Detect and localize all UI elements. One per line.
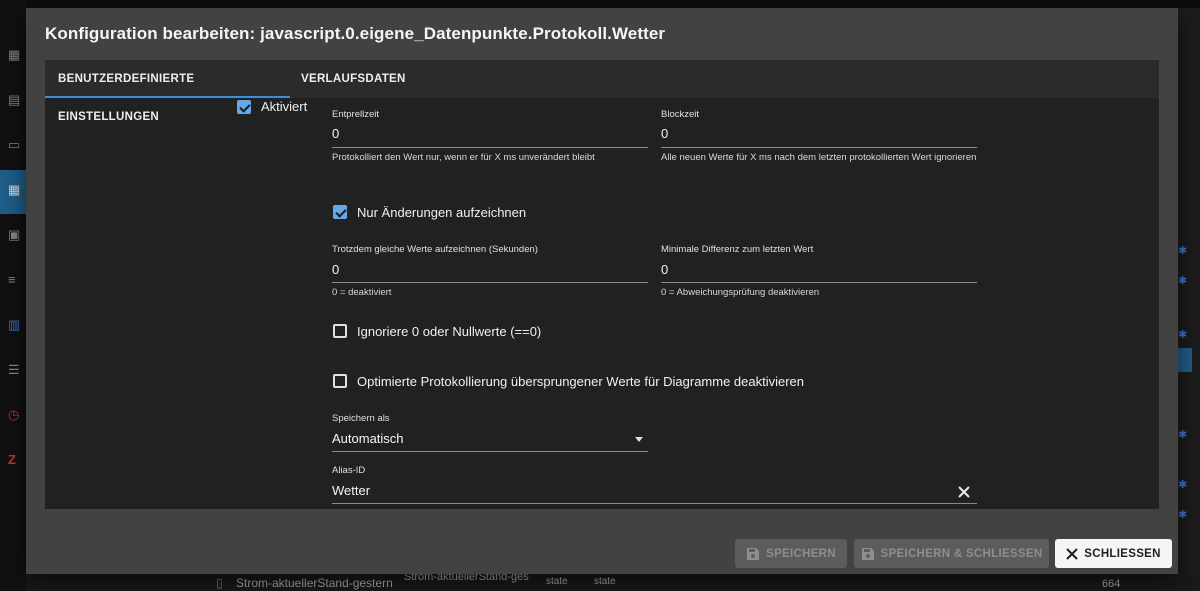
background-table-row[interactable]: ▯ Strom-aktuellerStand-gestern Strom-akt… [26,571,1200,591]
row-id: Strom-aktuellerStand-gestern [236,576,393,590]
config-icon[interactable]: ✱ [1178,478,1192,491]
app-sidebar: ▦ ▤ ▭ ▦ ▣ ≡ ▥ ☰ ◷ Z [0,0,26,591]
config-icon[interactable]: ✱ [1178,508,1192,521]
changes-only-label: Nur Änderungen aufzeichnen [357,205,527,220]
config-icon[interactable]: ✱ [1178,328,1192,341]
store-icon[interactable]: ▤ [8,93,22,107]
hosts-icon[interactable]: ☰ [8,363,22,377]
clear-icon[interactable] [957,485,971,499]
logs-icon[interactable]: ▥ [8,318,22,332]
history-icon[interactable]: ◷ [8,408,22,422]
min-diff-underline [661,282,977,283]
close-button[interactable]: SCHLIESSEN [1055,539,1172,568]
store-as-underline [332,451,648,452]
debounce-label: Entprellzeit [332,109,379,120]
min-diff-helper: 0 = Abweichungsprüfung deaktivieren [661,287,820,298]
blocktime-input[interactable]: 0 [661,126,977,144]
alias-input[interactable]: Wetter [332,483,932,501]
config-icon[interactable]: ✱ [1178,244,1192,257]
same-values-label: Trotzdem gleiche Werte aufzeichnen (Seku… [332,244,538,255]
same-values-input[interactable]: 0 [332,262,648,280]
disable-skipped-checkbox[interactable] [333,374,347,388]
config-dialog: Konfiguration bearbeiten: javascript.0.e… [26,8,1178,574]
save-button[interactable]: SPEICHERN [735,539,847,568]
enabled-label: Aktiviert [261,99,308,114]
tab-custom-settings[interactable]: BENUTZERDEFINIERTE EINSTELLUNGEN [45,60,290,123]
config-icon[interactable]: ✱ [1178,428,1192,441]
store-as-select[interactable]: Automatisch [332,431,648,449]
objects-icon[interactable]: ▦ [8,183,22,197]
states-icon[interactable]: ▣ [8,228,22,242]
enabled-checkbox[interactable] [237,100,251,114]
debounce-underline [332,147,648,148]
alias-label: Alias-ID [332,465,366,476]
min-diff-label: Minimale Differenz zum letzten Wert [661,244,814,255]
same-values-underline [332,282,648,283]
save-and-close-button[interactable]: SPEICHERN & SCHLIESSEN [854,539,1049,568]
ignore-zero-checkbox[interactable] [333,324,347,338]
dropdown-arrow-icon[interactable] [635,437,643,442]
tab-bar: BENUTZERDEFINIERTE EINSTELLUNGEN VERLAUF… [45,60,1159,123]
row-role: state [594,576,616,587]
config-icon[interactable]: ✱ [1178,274,1192,287]
selected-row-highlight [1176,348,1192,372]
save-button-label: SPEICHERN [766,547,836,560]
save-and-close-button-label: SPEICHERN & SCHLIESSEN [880,547,1043,560]
card-icon[interactable]: ▭ [8,138,22,152]
blocktime-helper: Alle neuen Werte für X ms nach dem letzt… [661,152,977,163]
row-type: state [546,576,568,587]
zigbee-icon[interactable]: Z [8,453,22,467]
disable-skipped-label: Optimierte Protokollierung übersprungene… [357,374,805,389]
app-object-list-edge: ✱ ✱ ✱ ✱ ✱ ✱ [1176,8,1200,591]
file-icon: ▯ [216,576,223,590]
dialog-content: BENUTZERDEFINIERTE EINSTELLUNGEN VERLAUF… [45,60,1159,509]
row-value: 664 [1102,578,1121,590]
save-icon [747,547,760,560]
store-as-label: Speichern als [332,413,390,424]
blocktime-underline [661,147,977,148]
list-icon[interactable]: ≡ [8,273,22,287]
close-button-label: SCHLIESSEN [1084,547,1161,560]
min-diff-input[interactable]: 0 [661,262,977,280]
blocktime-label: Blockzeit [661,109,700,120]
debounce-helper: Protokolliert den Wert nur, wenn er für … [332,152,595,163]
same-values-helper: 0 = deaktiviert [332,287,392,298]
dialog-title: Konfiguration bearbeiten: javascript.0.e… [45,24,666,43]
app-topbar [26,0,1200,8]
alias-underline [332,503,977,504]
changes-only-checkbox[interactable] [333,205,347,219]
tab-history-data[interactable]: VERLAUFSDATEN [301,60,406,98]
close-icon [1066,547,1078,560]
debounce-input[interactable]: 0 [332,126,648,144]
ignore-zero-label: Ignoriere 0 oder Nullwerte (==0) [357,324,542,339]
save-icon [861,547,874,560]
apps-icon[interactable]: ▦ [8,48,22,62]
